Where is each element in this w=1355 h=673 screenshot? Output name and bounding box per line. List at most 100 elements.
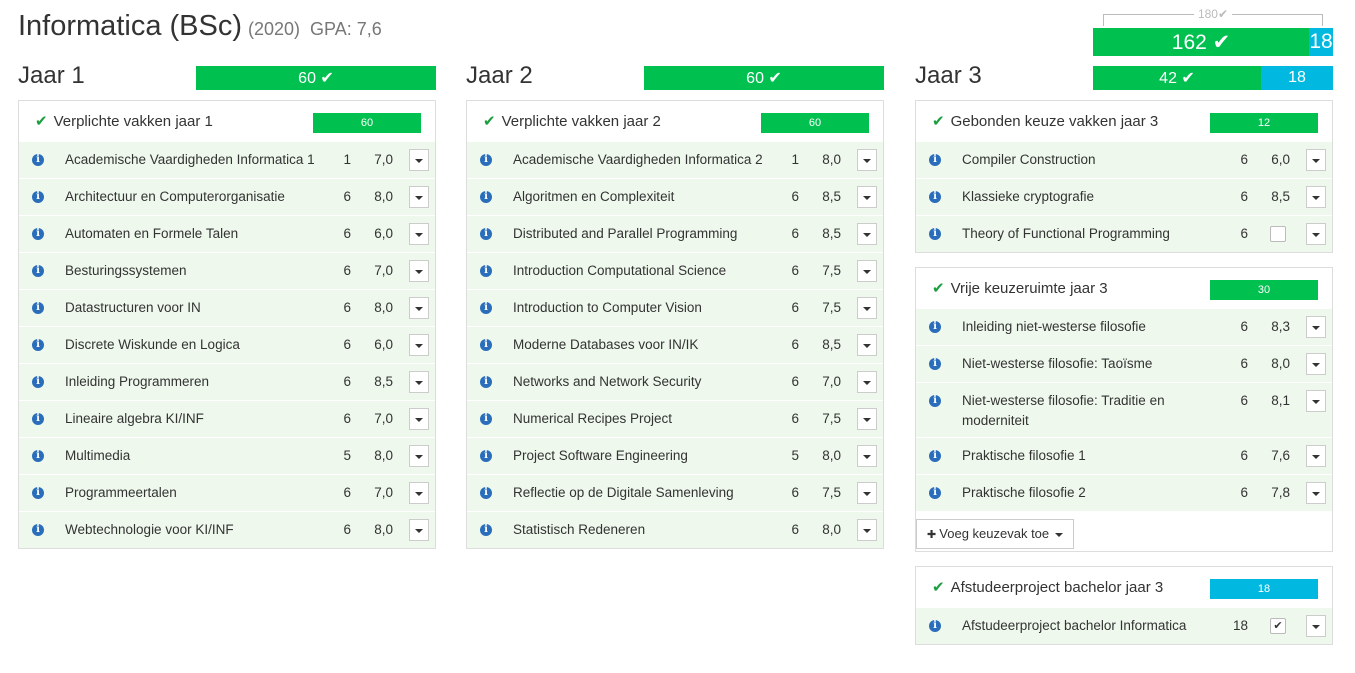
course-menu-dropdown[interactable] xyxy=(409,408,429,430)
course-row: i Besturingssystemen 6 7,0 xyxy=(19,252,435,289)
check-icon: ✔ xyxy=(932,579,945,596)
info-icon[interactable]: i xyxy=(480,191,492,203)
info-icon[interactable]: i xyxy=(929,191,941,203)
course-group-panel: ✔ Verplichte vakken jaar 2 60 i Academische … xyxy=(466,100,884,549)
course-ec: 6 xyxy=(791,485,799,500)
add-elective-button[interactable]: ✚ Voeg keuzevak toe xyxy=(916,519,1075,549)
info-icon[interactable]: i xyxy=(929,228,941,240)
info-icon[interactable]: i xyxy=(480,154,492,166)
info-icon[interactable]: i xyxy=(32,413,44,425)
course-group-title: Afstudeerproject bachelor jaar 3 xyxy=(950,578,1164,596)
info-icon[interactable]: i xyxy=(32,191,44,203)
course-menu-dropdown[interactable] xyxy=(409,482,429,504)
total-completed-bar: 162 ✔ xyxy=(1093,28,1309,56)
course-ec: 6 xyxy=(1240,152,1248,167)
info-icon[interactable]: i xyxy=(929,358,941,370)
info-icon[interactable]: i xyxy=(929,620,941,632)
course-grade: 8,0 xyxy=(374,300,393,315)
course-group-header[interactable]: ✔ Verplichte vakken jaar 1 60 xyxy=(19,101,435,141)
course-grade: 8,0 xyxy=(374,189,393,204)
info-icon[interactable]: i xyxy=(480,339,492,351)
info-icon[interactable]: i xyxy=(32,376,44,388)
info-icon[interactable]: i xyxy=(929,154,941,166)
course-group-panel: ✔ Afstudeerproject bachelor jaar 3 18 i Afst… xyxy=(915,566,1333,645)
course-menu-dropdown[interactable] xyxy=(409,371,429,393)
course-menu-dropdown[interactable] xyxy=(409,445,429,467)
course-grade: 7,0 xyxy=(374,152,393,167)
course-row: i Afstudeerproject bachelor Informatica 18… xyxy=(916,607,1332,644)
course-menu-dropdown[interactable] xyxy=(1306,482,1326,504)
course-menu-dropdown[interactable] xyxy=(1306,316,1326,338)
info-icon[interactable]: i xyxy=(480,302,492,314)
course-menu-dropdown[interactable] xyxy=(857,334,877,356)
check-icon: ✔ xyxy=(483,113,496,130)
info-icon[interactable]: i xyxy=(480,524,492,536)
course-menu-dropdown[interactable] xyxy=(857,408,877,430)
course-name: Programmeertalen xyxy=(65,485,177,500)
course-menu-dropdown[interactable] xyxy=(857,260,877,282)
info-icon[interactable]: i xyxy=(480,413,492,425)
info-icon[interactable]: i xyxy=(929,450,941,462)
total-in-progress-bar: 18 xyxy=(1309,28,1333,56)
course-menu-dropdown[interactable] xyxy=(409,260,429,282)
course-completed-checkbox[interactable] xyxy=(1270,226,1286,242)
course-menu-dropdown[interactable] xyxy=(857,445,877,467)
check-icon: ✔ xyxy=(932,113,945,130)
course-menu-dropdown[interactable] xyxy=(1306,149,1326,171)
course-list: i Academische Vaardigheden Informatica 1 1… xyxy=(19,141,435,548)
course-group-header[interactable]: ✔ Gebonden keuze vakken jaar 3 12 xyxy=(916,101,1332,141)
course-row: i Introduction Computational Science 6 7,5 xyxy=(467,252,883,289)
course-menu-dropdown[interactable] xyxy=(1306,223,1326,245)
course-group-header[interactable]: ✔ Afstudeerproject bachelor jaar 3 18 xyxy=(916,567,1332,607)
total-progress: 180✔ 162 ✔ 18 xyxy=(1093,6,1333,56)
info-icon[interactable]: i xyxy=(32,339,44,351)
course-menu-dropdown[interactable] xyxy=(409,334,429,356)
info-icon[interactable]: i xyxy=(32,265,44,277)
course-menu-dropdown[interactable] xyxy=(409,297,429,319)
course-ec: 6 xyxy=(791,374,799,389)
course-menu-dropdown[interactable] xyxy=(857,223,877,245)
course-name: Inleiding niet-westerse filosofie xyxy=(962,319,1146,334)
course-menu-dropdown[interactable] xyxy=(409,149,429,171)
course-group-header[interactable]: ✔ Vrije keuzeruimte jaar 3 30 xyxy=(916,268,1332,308)
course-row: i Project Software Engineering 5 8,0 xyxy=(467,437,883,474)
info-icon[interactable]: i xyxy=(32,450,44,462)
course-menu-dropdown[interactable] xyxy=(1306,353,1326,375)
course-menu-dropdown[interactable] xyxy=(857,371,877,393)
course-grade: 7,5 xyxy=(822,300,841,315)
info-icon[interactable]: i xyxy=(480,228,492,240)
course-menu-dropdown[interactable] xyxy=(1306,390,1326,412)
course-menu-dropdown[interactable] xyxy=(1306,445,1326,467)
course-name: Besturingssystemen xyxy=(65,263,187,278)
course-grade: 7,5 xyxy=(822,263,841,278)
course-completed-checkbox[interactable]: ✔ xyxy=(1270,618,1286,634)
info-icon[interactable]: i xyxy=(32,154,44,166)
info-icon[interactable]: i xyxy=(929,321,941,333)
info-icon[interactable]: i xyxy=(929,487,941,499)
course-name: Discrete Wiskunde en Logica xyxy=(65,337,240,352)
course-menu-dropdown[interactable] xyxy=(1306,186,1326,208)
course-row: i Statistisch Redeneren 6 8,0 xyxy=(467,511,883,548)
course-menu-dropdown[interactable] xyxy=(409,519,429,541)
course-grade: 8,5 xyxy=(822,189,841,204)
course-grade: 6,0 xyxy=(374,337,393,352)
info-icon[interactable]: i xyxy=(32,302,44,314)
course-menu-dropdown[interactable] xyxy=(857,482,877,504)
course-menu-dropdown[interactable] xyxy=(857,149,877,171)
course-menu-dropdown[interactable] xyxy=(857,186,877,208)
info-icon[interactable]: i xyxy=(32,228,44,240)
course-menu-dropdown[interactable] xyxy=(857,519,877,541)
info-icon[interactable]: i xyxy=(480,376,492,388)
info-icon[interactable]: i xyxy=(480,450,492,462)
course-menu-dropdown[interactable] xyxy=(857,297,877,319)
info-icon[interactable]: i xyxy=(480,487,492,499)
info-icon[interactable]: i xyxy=(32,524,44,536)
course-menu-dropdown[interactable] xyxy=(409,223,429,245)
info-icon[interactable]: i xyxy=(929,395,941,407)
course-grade: 8,5 xyxy=(822,226,841,241)
course-group-header[interactable]: ✔ Verplichte vakken jaar 2 60 xyxy=(467,101,883,141)
course-menu-dropdown[interactable] xyxy=(1306,615,1326,637)
info-icon[interactable]: i xyxy=(32,487,44,499)
course-menu-dropdown[interactable] xyxy=(409,186,429,208)
info-icon[interactable]: i xyxy=(480,265,492,277)
